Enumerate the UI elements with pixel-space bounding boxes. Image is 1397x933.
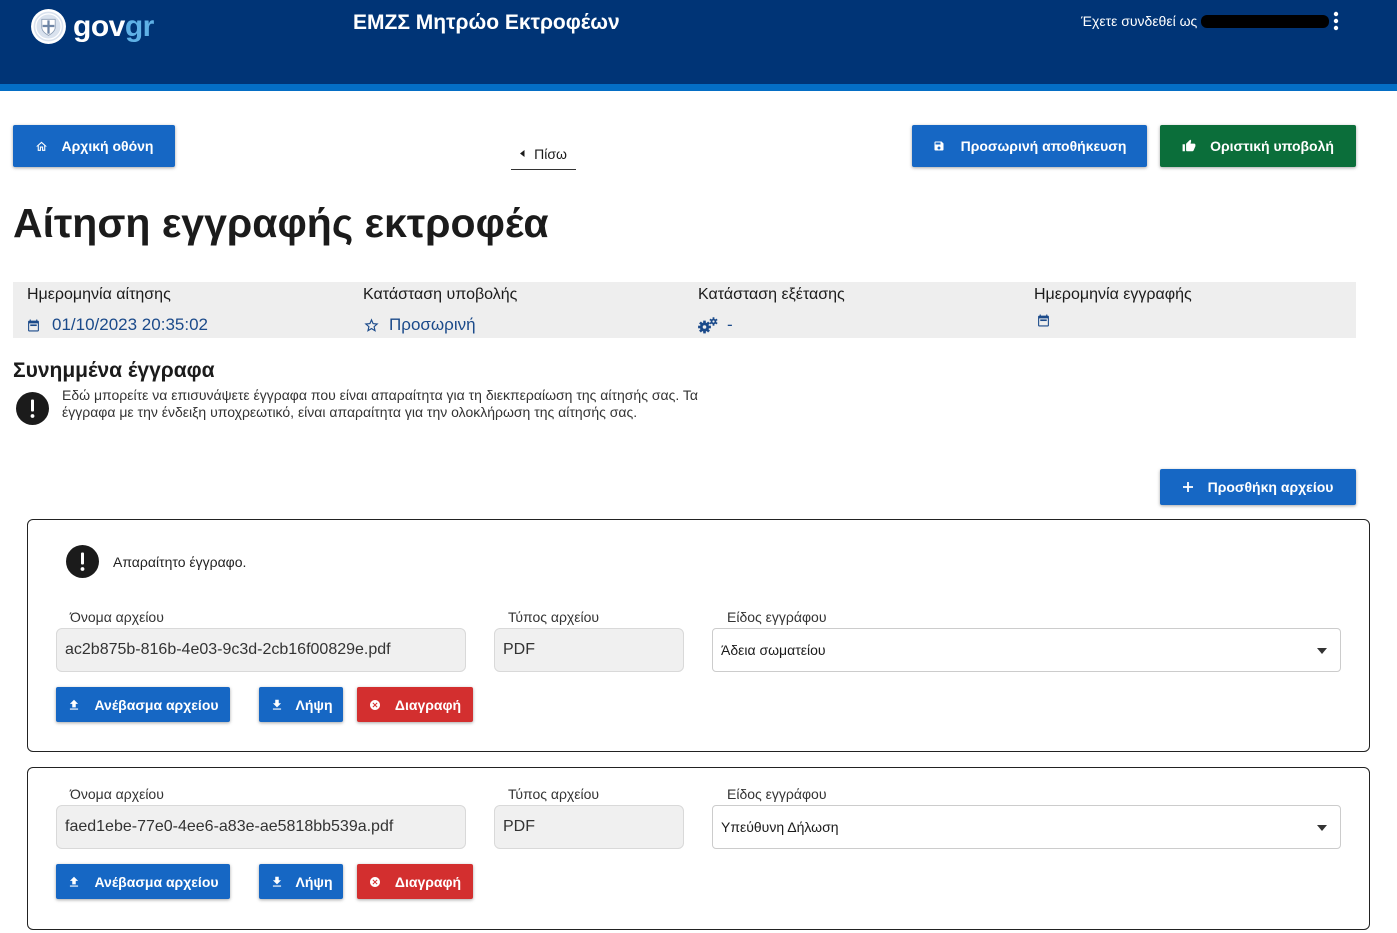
exclamation-circle-icon [16,392,49,425]
save-draft-button[interactable]: Προσωρινή αποθήκευση [912,125,1147,167]
delete-file-button[interactable]: Διαγραφή [357,687,473,722]
file-name-label: Όνομα αρχείου [70,609,164,625]
delete-file-button-label: Διαγραφή [394,873,462,890]
add-file-button[interactable]: Προσθήκη αρχείου [1160,469,1356,505]
status-item-value: - [727,315,733,334]
star-outline-icon [364,317,379,332]
home-icon [35,141,47,151]
calendar-icon [1038,314,1049,327]
home-button-label: Αρχική οθόνη [61,138,154,154]
app-title: ΕΜΖΣ Μητρώο Εκτροφέων [353,11,620,34]
attachments-heading: Συνημμένα έγγραφα [13,359,215,382]
document-type-select[interactable]: Άδεια σωματείου [712,628,1341,672]
application-status-band: Ημερομηνία αίτησης 01/10/2023 20:35:02 Κ… [13,282,1356,338]
add-file-button-label: Προσθήκη αρχείου [1207,479,1334,495]
dropdown-caret-icon [1317,825,1327,831]
page-title: Αίτηση εγγραφής εκτροφέα [13,200,549,246]
upload-file-button-label: Ανέβασμα αρχείου [94,696,219,713]
close-circle-icon [369,699,380,710]
final-submit-button-label: Οριστική υποβολή [1210,138,1334,154]
document-type-label: Είδος εγγράφου [727,786,827,802]
back-link-label: Πίσω [534,145,567,162]
status-item-submission-status: Κατάσταση υποβολής Προσωρινή [363,282,683,338]
govgr-emblem-icon [31,9,66,44]
govgr-logo[interactable]: govgr [30,8,154,45]
attachments-info-text: Εδώ μπορείτε να επισυνάψετε έγγραφα που … [62,387,698,420]
home-button[interactable]: Αρχική οθόνη [13,125,175,167]
status-item-value-row: 01/10/2023 20:35:02 [27,314,208,336]
document-type-select[interactable]: Υπεύθυνη Δήλωση [712,805,1341,849]
thumbs-up-icon [1182,139,1196,152]
save-draft-button-label: Προσωρινή αποθήκευση [960,138,1127,154]
save-icon [934,141,944,151]
status-item-value-row: Προσωρινή [363,314,476,336]
back-link[interactable]: Πίσω [511,138,576,170]
document-type-label: Είδος εγγράφου [727,609,827,625]
status-item-application-date: Ημερομηνία αίτησης 01/10/2023 20:35:02 [27,282,347,338]
status-item-value-row [1037,314,1050,327]
download-file-button[interactable]: Λήψη [259,687,343,722]
file-type-label: Τύπος αρχείου [508,786,600,802]
file-name-field [56,628,466,672]
file-name-field [56,805,466,849]
upload-icon [70,699,79,710]
header-accent-stripe [0,84,1397,91]
file-name-label: Όνομα αρχείου [70,786,164,802]
status-item-value: Προσωρινή [389,315,476,334]
file-type-field [494,805,684,849]
download-icon [272,876,281,887]
document-type-selected-value: Άδεια σωματείου [721,642,826,658]
download-file-button[interactable]: Λήψη [259,864,343,899]
more-vert-icon[interactable] [1329,10,1343,32]
final-submit-button[interactable]: Οριστική υποβολή [1160,125,1356,167]
download-file-button-label: Λήψη [295,873,333,890]
chevron-left-icon [520,150,525,157]
delete-file-button-label: Διαγραφή [394,696,462,713]
status-item-label: Ημερομηνία εγγραφής [1034,286,1192,303]
attachment-card: Όνομα αρχείου Τύπος αρχείου Είδος εγγράφ… [27,767,1370,930]
status-item-registration-date: Ημερομηνία εγγραφής [1034,282,1354,338]
download-file-button-label: Λήψη [295,696,333,713]
upload-file-button[interactable]: Ανέβασμα αρχείου [56,687,230,722]
govgr-logo-text: govgr [73,10,154,44]
calendar-icon [28,319,39,331]
upload-file-button-label: Ανέβασμα αρχείου [94,873,219,890]
exclamation-circle-icon [66,545,99,578]
top-header-bar: govgr ΕΜΖΣ Μητρώο Εκτροφέων Έχετε συνδεθ… [0,0,1397,84]
status-item-label: Κατάσταση εξέτασης [698,286,845,303]
dropdown-caret-icon [1317,648,1327,654]
required-document-notice: Απαραίτητο έγγραφο. [113,554,247,570]
close-circle-icon [369,876,380,887]
redacted-username [1201,15,1329,28]
file-type-label: Τύπος αρχείου [508,609,600,625]
logo-text-gr: gr [124,9,155,43]
logo-text-gov: gov [73,9,125,43]
file-type-field [494,628,684,672]
status-item-label: Κατάσταση υποβολής [363,286,518,303]
attachment-card: Απαραίτητο έγγραφο. Όνομα αρχείου Τύπος … [27,519,1370,752]
delete-file-button[interactable]: Διαγραφή [357,864,473,899]
status-item-value: 01/10/2023 20:35:02 [52,315,208,334]
upload-file-button[interactable]: Ανέβασμα αρχείου [56,864,230,899]
plus-icon [1182,482,1193,492]
status-item-value-row: - [698,314,733,336]
status-item-label: Ημερομηνία αίτησης [27,286,171,303]
document-type-selected-value: Υπεύθυνη Δήλωση [721,819,839,835]
gears-icon [698,316,718,333]
download-icon [272,699,281,710]
logged-in-label: Έχετε συνδεθεί ως [1081,13,1198,29]
status-item-review-status: Κατάσταση εξέτασης - [698,282,1018,338]
upload-icon [70,876,79,887]
